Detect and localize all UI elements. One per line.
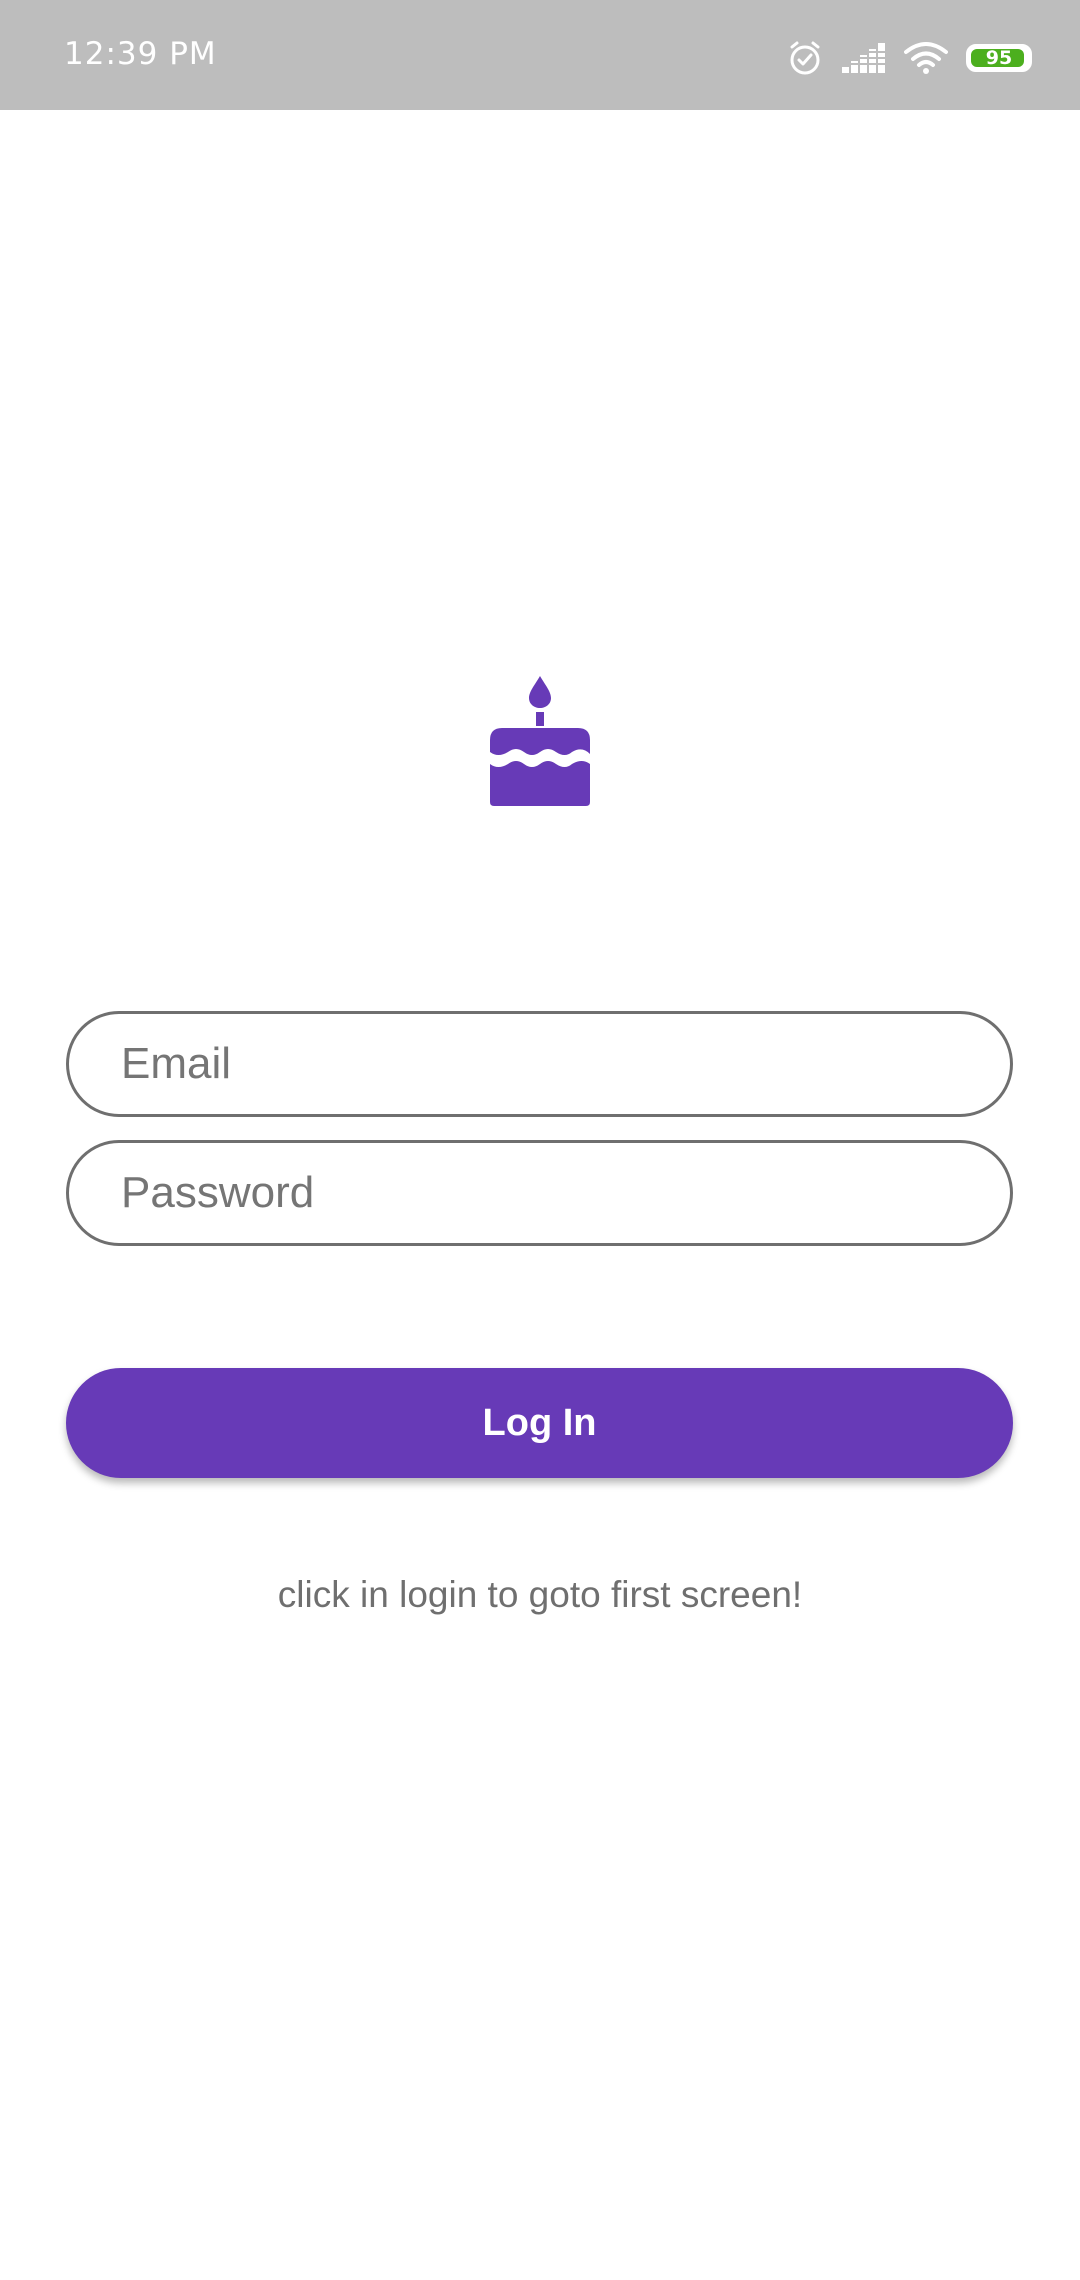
- login-button[interactable]: Log In: [66, 1368, 1013, 1478]
- status-icons: 95: [786, 36, 1032, 80]
- email-field[interactable]: [66, 1011, 1013, 1117]
- signal-icon: [842, 41, 886, 75]
- cake-icon: [486, 676, 594, 806]
- status-bar: 12:39 PM 95: [0, 0, 1080, 110]
- password-field[interactable]: [66, 1140, 1013, 1246]
- password-input[interactable]: [121, 1143, 970, 1243]
- battery-level: 95: [985, 47, 1013, 69]
- wifi-icon: [904, 41, 948, 75]
- login-screen: 12:39 PM 95 Email Log In click in login …: [0, 0, 1080, 2280]
- battery-icon: 95: [966, 44, 1032, 72]
- hint-text: click in login to goto first screen!: [277, 1574, 803, 1615]
- email-input[interactable]: [121, 1014, 970, 1114]
- alarm-icon: [786, 39, 824, 77]
- status-time: 12:39 PM: [64, 36, 217, 72]
